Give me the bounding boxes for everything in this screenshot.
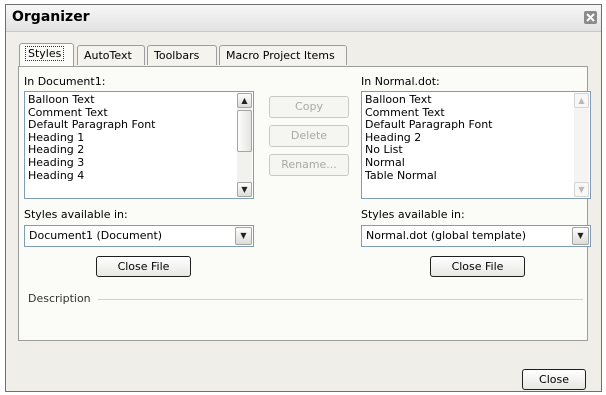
right-available-select[interactable]: Normal.dot (global template) ▼: [361, 225, 591, 247]
left-close-file-button[interactable]: Close File: [96, 256, 191, 277]
right-scrollbar: ▲ ▼: [574, 93, 589, 197]
close-icon[interactable]: [584, 11, 597, 24]
left-list-label: In Document1:: [24, 75, 106, 88]
description-text: [28, 307, 584, 337]
list-item[interactable]: Heading 3: [28, 156, 235, 170]
scroll-up-icon: ▲: [574, 93, 589, 108]
description-divider: [98, 299, 583, 300]
tab-autotext[interactable]: AutoText: [77, 45, 145, 65]
tab-toolbars-label: Toolbars: [154, 49, 200, 62]
dialog-title: Organizer: [12, 9, 90, 25]
tab-autotext-label: AutoText: [84, 49, 132, 62]
list-item[interactable]: Default Paragraph Font: [28, 119, 235, 132]
tab-toolbars[interactable]: Toolbars: [147, 45, 217, 65]
chevron-down-icon[interactable]: ▼: [572, 227, 589, 245]
left-available-value: Document1 (Document): [29, 229, 163, 242]
list-item[interactable]: Table Normal: [365, 169, 572, 183]
title-bar[interactable]: Organizer: [6, 5, 601, 32]
scroll-down-icon[interactable]: ▼: [237, 182, 252, 197]
left-scrollbar[interactable]: ▲ ▼: [237, 93, 252, 197]
delete-button[interactable]: Delete: [269, 125, 349, 147]
list-item[interactable]: Balloon Text: [28, 93, 235, 107]
list-item[interactable]: Default Paragraph Font: [365, 119, 572, 132]
rename-button[interactable]: Rename...: [269, 154, 349, 176]
right-styles-list[interactable]: Balloon Text Comment Text Default Paragr…: [361, 91, 591, 199]
list-item[interactable]: Heading 4: [28, 169, 235, 183]
right-list-label: In Normal.dot:: [361, 75, 440, 88]
scroll-down-icon: ▼: [574, 182, 589, 197]
right-items: Balloon Text Comment Text Default Paragr…: [365, 93, 572, 183]
list-item[interactable]: Normal: [365, 156, 572, 170]
tab-styles-label: Styles: [24, 46, 65, 61]
copy-button[interactable]: Copy: [269, 96, 349, 118]
tab-macro-project-items[interactable]: Macro Project Items: [219, 45, 347, 65]
list-item[interactable]: Balloon Text: [365, 93, 572, 107]
tab-styles[interactable]: Styles: [19, 43, 74, 66]
right-close-file-button[interactable]: Close File: [430, 256, 525, 277]
left-available-select[interactable]: Document1 (Document) ▼: [24, 225, 254, 247]
left-styles-list[interactable]: Balloon Text Comment Text Default Paragr…: [24, 91, 254, 199]
tab-macro-project-items-label: Macro Project Items: [226, 49, 335, 62]
scroll-thumb[interactable]: [237, 110, 252, 152]
scroll-up-icon[interactable]: ▲: [237, 93, 252, 108]
right-available-value: Normal.dot (global template): [366, 229, 527, 242]
chevron-down-icon[interactable]: ▼: [235, 227, 252, 245]
description-label: Description: [28, 292, 91, 305]
left-available-label: Styles available in:: [24, 208, 128, 221]
organizer-dialog: Organizer Styles AutoText Toolbars Macro…: [5, 4, 602, 392]
close-button[interactable]: Close: [522, 369, 586, 390]
left-items: Balloon Text Comment Text Default Paragr…: [28, 93, 235, 183]
right-available-label: Styles available in:: [361, 208, 465, 221]
